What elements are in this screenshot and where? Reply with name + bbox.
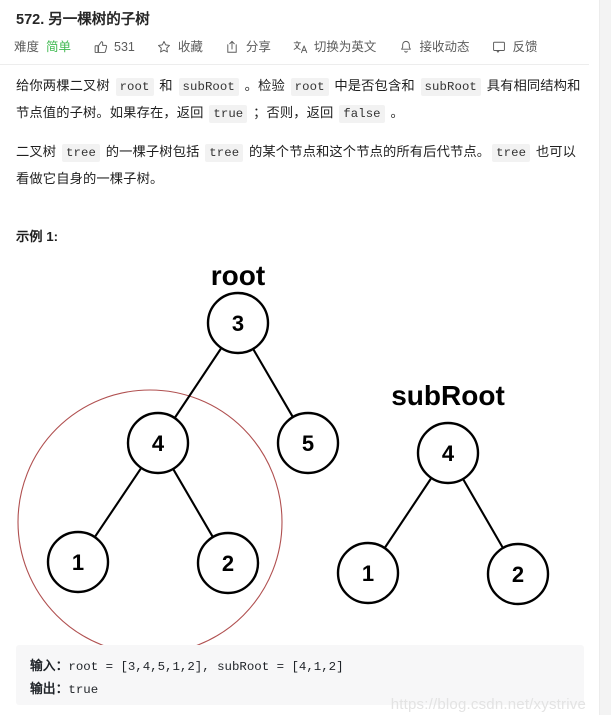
inline-code: tree	[205, 144, 244, 162]
share-label: 分享	[245, 40, 271, 54]
tree-node-value: 2	[222, 551, 234, 576]
tree-node: 3	[206, 291, 270, 355]
translate-button[interactable]: 切换为英文	[293, 39, 377, 55]
tree-node: 2	[486, 542, 550, 606]
subscribe-label: 接收动态	[419, 40, 470, 54]
tree-edge	[171, 466, 215, 540]
description-paragraph-2: 二叉树 tree 的一棵子树包括 tree 的某个节点和这个节点的所有后代节点。…	[16, 144, 577, 186]
likes-button[interactable]: 531	[93, 39, 135, 55]
output-value: true	[68, 683, 99, 697]
meta-toolbar: 难度 简单 531 收藏 分享 切换为英文 接收动态 反馈	[0, 30, 600, 55]
problem-description: 给你两棵二叉树 root 和 subRoot 。检验 root 中是否包含和 s…	[0, 73, 600, 192]
output-label: 输出：	[30, 681, 69, 696]
tree-node-value: 4	[442, 441, 455, 466]
inline-code: tree	[62, 144, 100, 162]
inline-code: false	[339, 105, 385, 123]
subroot-tree-label: subRoot	[391, 380, 505, 411]
input-label: 输入：	[30, 658, 69, 673]
difficulty-indicator: 难度 简单	[14, 39, 71, 55]
tree-node-value: 5	[302, 431, 314, 456]
inline-code: subRoot	[420, 78, 481, 96]
inline-code: root	[290, 78, 329, 96]
feedback-label: 反馈	[512, 40, 538, 54]
likes-count: 531	[114, 40, 135, 54]
difficulty-value: 简单	[46, 40, 72, 54]
tree-diagram-svg: 3 4 5 1 2 4 1 2 root subRoot	[17, 260, 550, 655]
thumbs-up-icon	[93, 40, 108, 55]
input-value: root = [3,4,5,1,2], subRoot = [4,1,2]	[68, 660, 344, 674]
example-heading: 示例 1:	[16, 229, 59, 244]
tree-edge	[461, 477, 505, 550]
feedback-button[interactable]: 反馈	[491, 39, 537, 55]
difficulty-label: 难度	[14, 40, 40, 54]
scrollbar-track[interactable]	[599, 0, 611, 715]
tree-node: 1	[336, 541, 400, 605]
tree-figure: 3 4 5 1 2 4 1 2 root subRoot	[0, 253, 600, 663]
root-tree-label: root	[211, 260, 265, 291]
tree-edge	[93, 466, 143, 539]
tree-edge	[173, 346, 223, 420]
favorite-button[interactable]: 收藏	[157, 39, 203, 55]
tree-edge	[383, 476, 433, 550]
subscribe-button[interactable]: 接收动态	[398, 39, 469, 55]
tree-node: 4	[126, 411, 190, 475]
inline-code: tree	[492, 144, 531, 162]
comment-icon	[491, 40, 506, 55]
watermark: https://blog.csdn.net/xystrive	[390, 696, 586, 713]
tree-node: 2	[196, 531, 260, 595]
header-divider	[0, 64, 589, 65]
tree-node-value: 1	[72, 550, 84, 575]
bell-icon	[398, 40, 413, 55]
description-paragraph-1: 给你两棵二叉树 root 和 subRoot 。检验 root 中是否包含和 s…	[16, 78, 581, 123]
example-input-line: 输入：root = [3,4,5,1,2], subRoot = [4,1,2]	[30, 655, 570, 678]
translate-icon	[293, 40, 308, 55]
share-icon	[225, 40, 240, 55]
tree-node: 1	[46, 530, 110, 594]
tree-node-value: 2	[512, 562, 524, 587]
inline-code: true	[209, 105, 248, 123]
tree-node: 4	[416, 421, 480, 485]
inline-code: subRoot	[178, 78, 239, 96]
page-title-row: 572. 另一棵树的子树	[0, 0, 600, 30]
tree-node-value: 1	[362, 561, 374, 586]
favorite-label: 收藏	[177, 40, 203, 54]
share-button[interactable]: 分享	[225, 39, 271, 55]
tree-node-value: 4	[152, 431, 165, 456]
problem-page: 572. 另一棵树的子树 难度 简单 531 收藏 分享 切换为英文 接收动态 …	[0, 0, 600, 715]
star-icon	[157, 40, 172, 55]
inline-code: root	[115, 78, 154, 96]
tree-node: 5	[276, 411, 340, 475]
tree-node-value: 3	[232, 311, 244, 336]
tree-edge	[251, 346, 295, 420]
translate-label: 切换为英文	[313, 40, 377, 54]
page-title: 572. 另一棵树的子树	[16, 12, 150, 28]
